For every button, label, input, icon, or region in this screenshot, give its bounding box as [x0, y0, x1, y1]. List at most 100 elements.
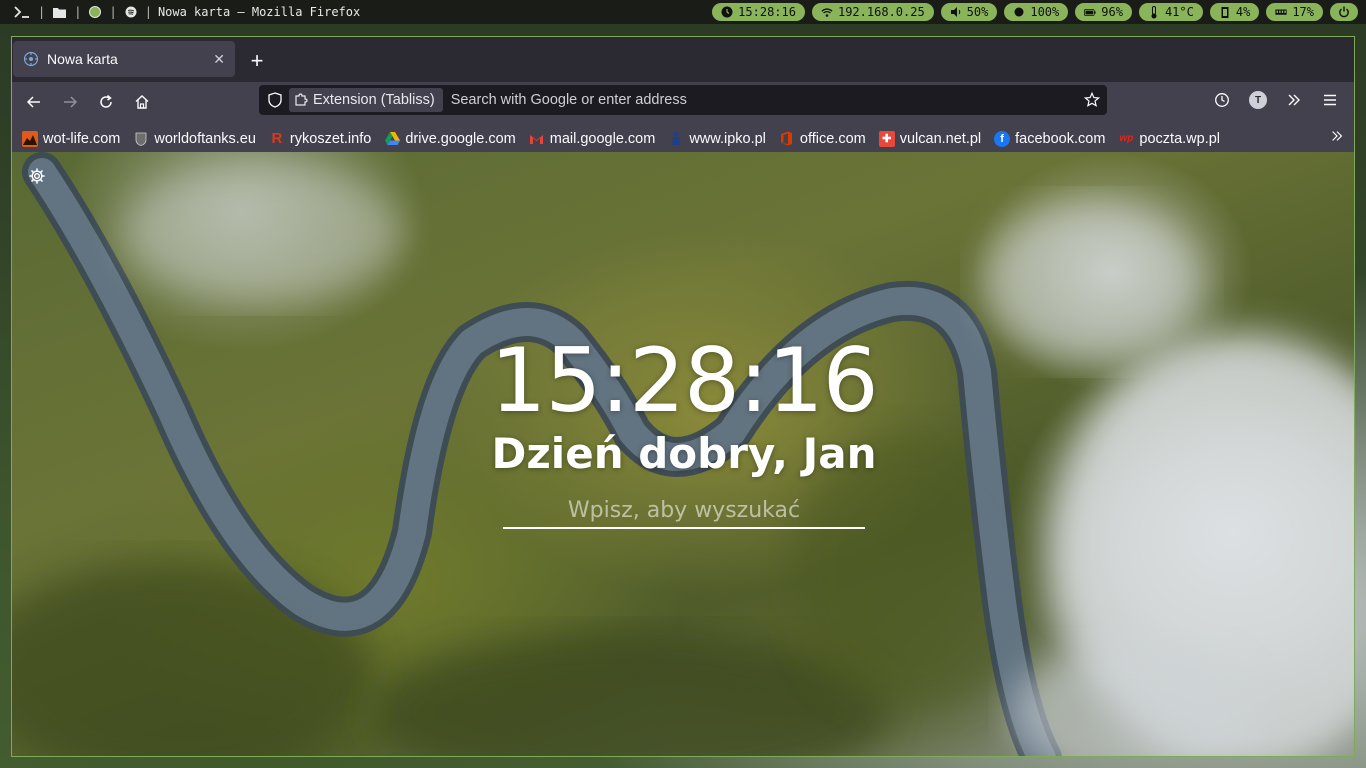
gmail-icon	[529, 131, 545, 147]
puzzle-icon	[293, 92, 309, 108]
globe-icon[interactable]	[85, 0, 105, 24]
account-button[interactable]: T	[1242, 84, 1274, 116]
bookmark-label: www.ipko.pl	[689, 130, 766, 147]
separator: |	[109, 5, 117, 19]
reload-button[interactable]	[90, 86, 122, 118]
new-tab-page: 15:28:16 Dzień dobry, Jan	[12, 152, 1354, 756]
search-input[interactable]	[503, 493, 865, 527]
power-button[interactable]	[1330, 3, 1358, 21]
home-button[interactable]	[126, 86, 158, 118]
google-drive-icon	[384, 131, 400, 147]
bookmark-label: rykoszet.info	[289, 130, 372, 147]
extension-chip-label: Extension (Tabliss)	[313, 92, 435, 108]
memory-icon	[1275, 6, 1287, 18]
tab-title: Nowa karta	[47, 51, 118, 67]
bookmark-label: office.com	[799, 130, 866, 147]
wifi-icon	[821, 6, 833, 18]
bookmark-ipko[interactable]: www.ipko.pl	[668, 131, 766, 147]
clock-icon	[721, 6, 733, 18]
terminal-icon[interactable]	[10, 0, 34, 24]
clock-text: 15:28:16	[738, 5, 796, 19]
ip-text: 192.168.0.25	[837, 5, 925, 19]
bookmark-rykoszet[interactable]: R rykoszet.info	[269, 130, 372, 147]
power-icon	[1338, 6, 1350, 18]
bookmark-star-icon[interactable]	[1077, 92, 1107, 108]
vulcan-icon: ✚	[878, 130, 895, 147]
bookmark-office[interactable]: office.com	[779, 131, 866, 147]
cpu-icon	[1219, 6, 1231, 18]
battery-widget[interactable]: 96%	[1075, 3, 1132, 21]
tab-strip: Nowa karta ✕ +	[12, 37, 1354, 82]
bookmark-wp[interactable]: wp poczta.wp.pl	[1118, 131, 1220, 147]
clock-display: 15:28:16	[490, 329, 878, 432]
shield-icon[interactable]	[265, 90, 285, 110]
close-icon[interactable]: ✕	[213, 51, 225, 68]
toolbar-right: T	[1206, 85, 1346, 115]
clock-icon	[1215, 93, 1229, 107]
wot-icon	[133, 131, 149, 147]
office-icon	[779, 131, 795, 147]
brightness-widget[interactable]: 100%	[1004, 3, 1069, 21]
window-title: Nowa karta — Mozilla Firefox	[157, 5, 361, 19]
brightness-icon	[1013, 6, 1025, 18]
separator: |	[74, 5, 82, 19]
bookmark-worldoftanks[interactable]: worldoftanks.eu	[133, 131, 256, 147]
url-placeholder: Search with Google or enter address	[450, 92, 687, 108]
bookmark-label: poczta.wp.pl	[1139, 130, 1221, 147]
bookmark-label: mail.google.com	[549, 130, 656, 147]
back-button[interactable]	[18, 86, 50, 118]
volume-icon	[950, 6, 962, 18]
search-box	[503, 493, 865, 529]
network-widget[interactable]: 192.168.0.25	[811, 3, 934, 21]
forward-button[interactable]	[54, 86, 86, 118]
battery-icon	[1084, 6, 1096, 18]
overflow-button[interactable]	[1278, 84, 1310, 116]
extension-identity-chip[interactable]: Extension (Tabliss)	[289, 88, 443, 112]
double-chevron-right-icon	[1332, 131, 1343, 141]
hamburger-icon	[1324, 94, 1336, 106]
bookmark-vulcan[interactable]: ✚ vulcan.net.pl	[878, 130, 981, 147]
bookmark-label: facebook.com	[1015, 130, 1106, 147]
menu-button[interactable]	[1314, 84, 1346, 116]
history-button[interactable]	[1206, 84, 1238, 116]
memory-widget[interactable]: 17%	[1266, 3, 1323, 21]
bookmarks-overflow-button[interactable]	[1330, 129, 1344, 148]
cpu-text: 4%	[1235, 5, 1251, 19]
tab-nowa-karta[interactable]: Nowa karta ✕	[13, 41, 235, 77]
bookmarks-toolbar: wot-life.com worldoftanks.eu R rykoszet.…	[12, 122, 1354, 156]
home-icon	[135, 95, 149, 109]
bookmark-label: drive.google.com	[405, 130, 516, 147]
clock-widget[interactable]: 15:28:16	[712, 3, 805, 21]
volume-widget[interactable]: 50%	[940, 3, 998, 21]
bookmark-gmail[interactable]: mail.google.com	[529, 130, 656, 147]
arrow-right-icon	[64, 96, 78, 108]
wot-life-icon	[22, 130, 38, 147]
spotify-icon[interactable]	[121, 0, 141, 24]
ipko-icon	[668, 131, 684, 147]
rykoszet-icon: R	[271, 130, 283, 147]
temperature-widget[interactable]: 41°C	[1138, 3, 1203, 21]
greeting-text: Dzień dobry, Jan	[491, 429, 877, 478]
volume-text: 50%	[966, 5, 989, 19]
bookmark-label: worldoftanks.eu	[154, 130, 256, 147]
bookmark-label: wot-life.com	[43, 130, 121, 147]
reload-icon	[100, 94, 112, 108]
bookmark-facebook[interactable]: f facebook.com	[994, 130, 1106, 147]
battery-text: 96%	[1101, 5, 1123, 19]
tabliss-icon	[23, 51, 39, 67]
bookmark-wot-life[interactable]: wot-life.com	[22, 130, 121, 147]
double-chevron-right-icon	[1288, 94, 1300, 106]
firefox-window: Nowa karta ✕ + Extension (Tabliss) Searc…	[11, 36, 1355, 757]
separator: |	[38, 5, 46, 19]
folder-icon[interactable]	[49, 0, 70, 24]
cpu-widget[interactable]: 4%	[1209, 3, 1260, 21]
brightness-text: 100%	[1030, 5, 1060, 19]
tabliss-widgets: 15:28:16 Dzień dobry, Jan	[12, 152, 1354, 756]
wp-icon: wp	[1119, 133, 1134, 144]
new-tab-button[interactable]: +	[241, 45, 273, 77]
url-bar[interactable]: Extension (Tabliss) Search with Google o…	[259, 85, 1107, 115]
temperature-text: 41°C	[1164, 5, 1194, 19]
separator: |	[144, 5, 152, 19]
bookmark-google-drive[interactable]: drive.google.com	[384, 130, 516, 147]
avatar: T	[1249, 91, 1267, 109]
